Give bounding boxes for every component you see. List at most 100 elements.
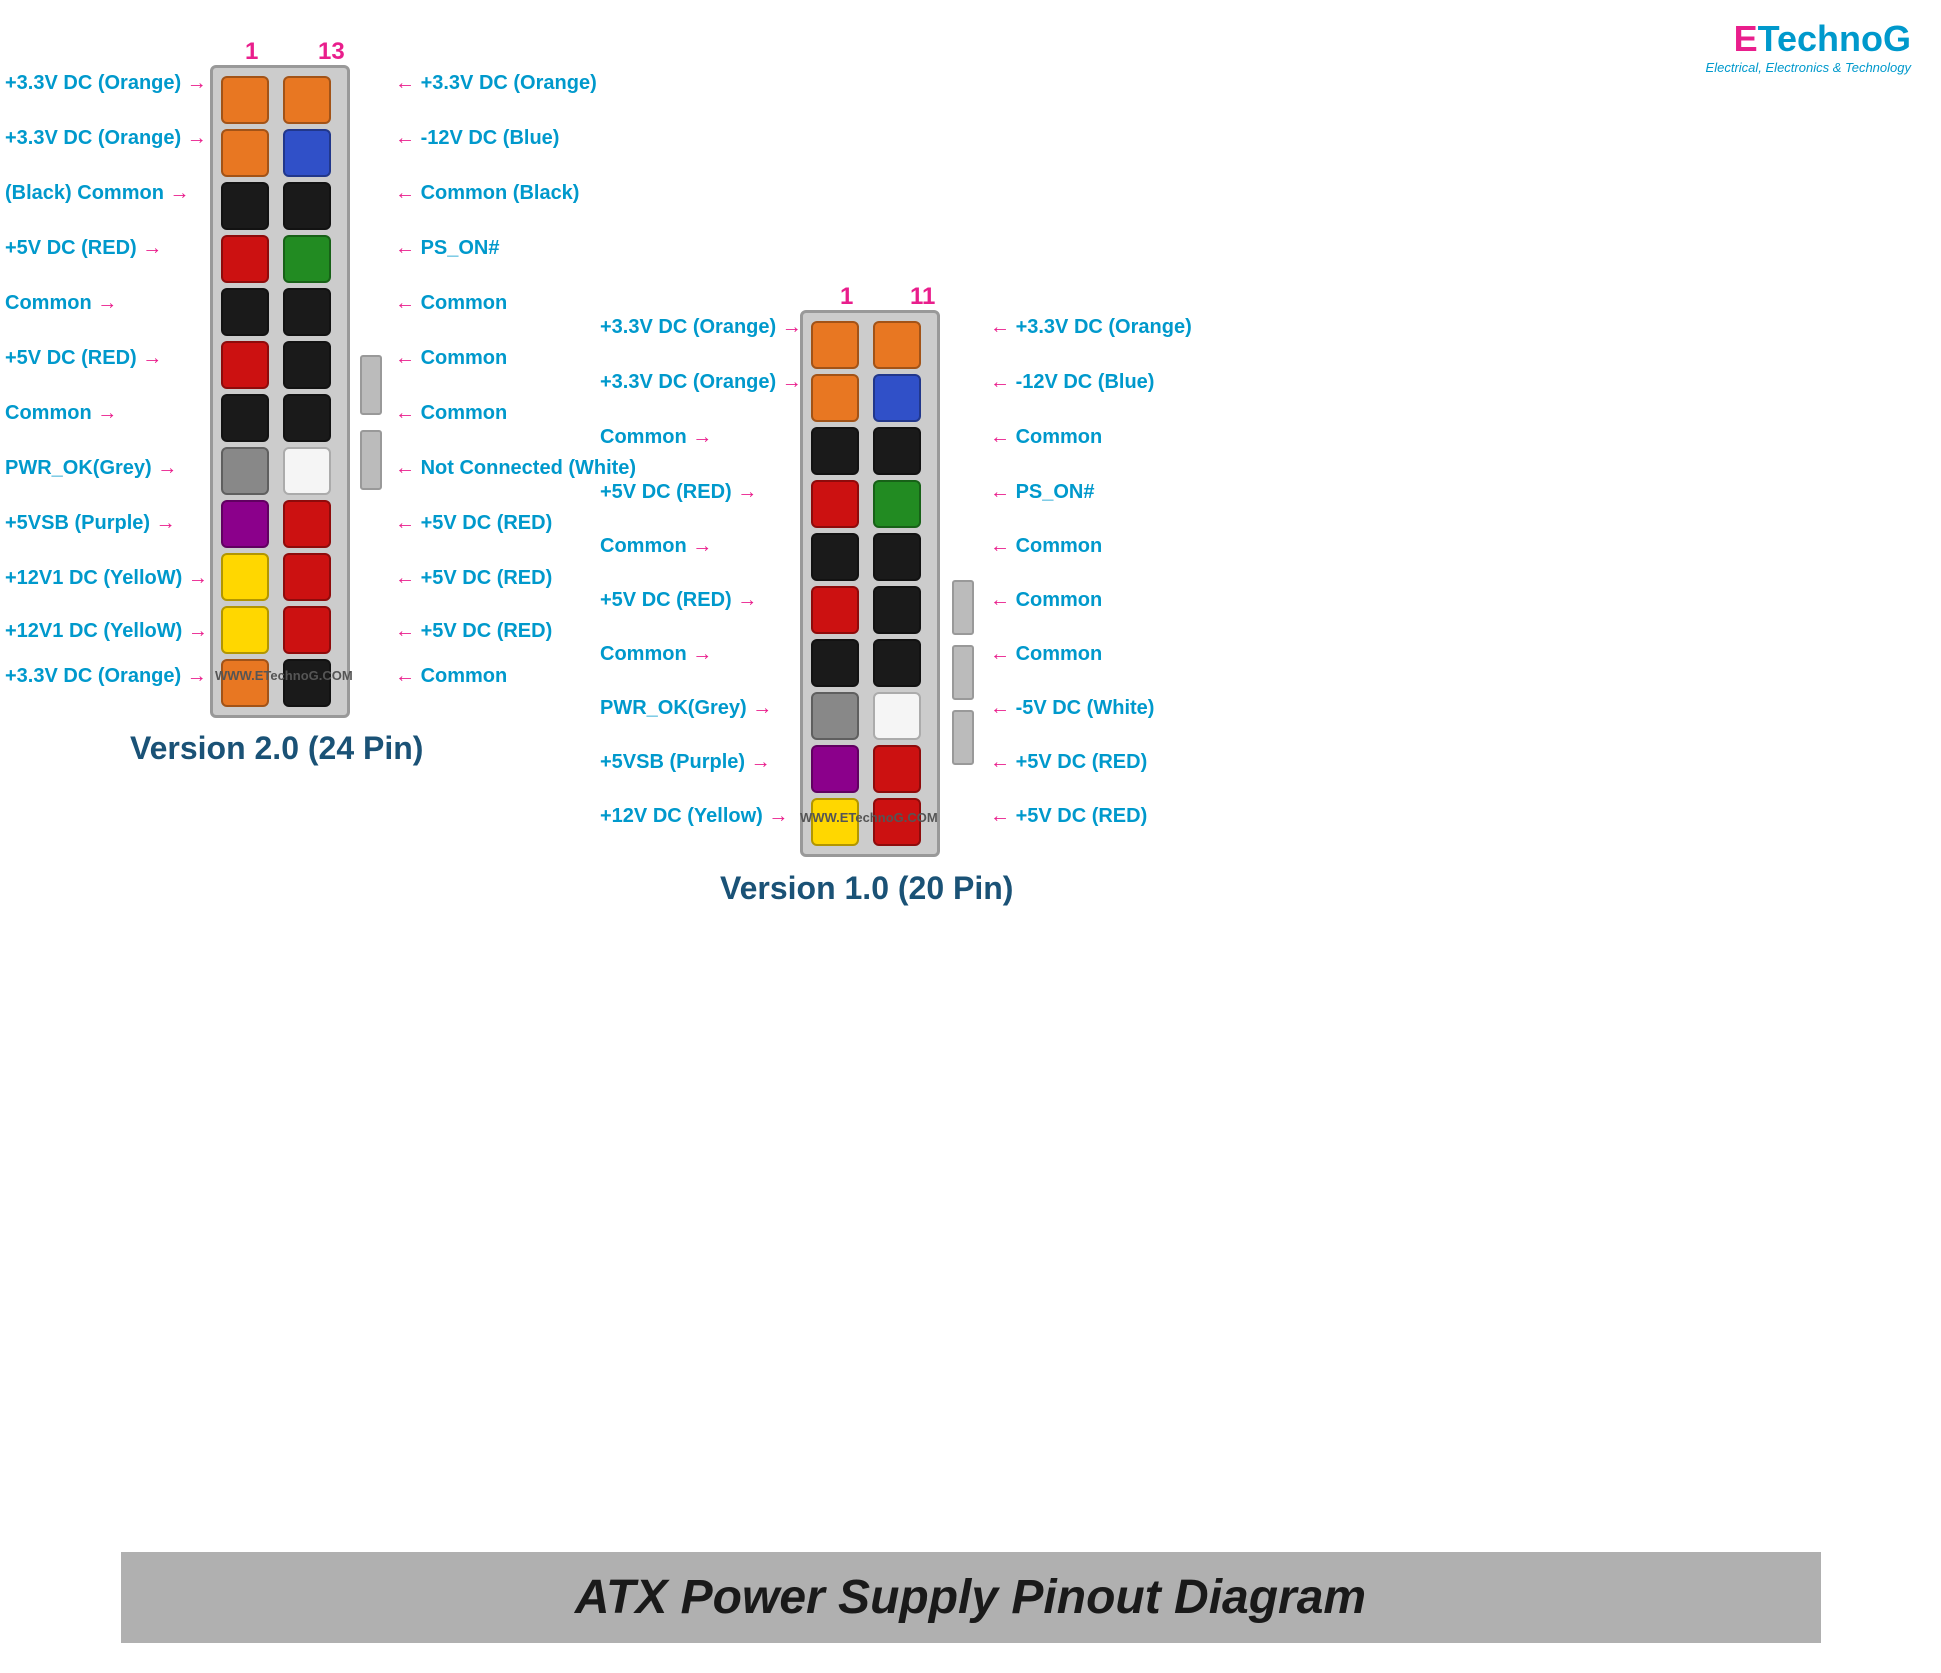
pin-22 [283,553,331,601]
pin20-19 [873,745,921,793]
connector-20-latch [952,580,974,635]
pin-num-1-24: 1 [245,38,258,66]
label-24-l2: +3.3V DC (Orange) [5,127,207,150]
pin20-15 [873,533,921,581]
pin-8 [221,447,269,495]
label-24-l7: Common [5,402,117,425]
connector-20pin [800,310,940,857]
label-20-r8: -5V DC (White) [990,697,1154,720]
label-20-l1: +3.3V DC (Orange) [600,316,802,339]
pin20-14 [873,480,921,528]
pin-11 [221,606,269,654]
pin-13 [283,76,331,124]
label-24-r11: +5V DC (RED) [395,620,552,643]
pin-17 [283,288,331,336]
label-20-r5: Common [990,535,1102,558]
label-20-l2: +3.3V DC (Orange) [600,371,802,394]
label-24-l3: (Black) Common [5,182,189,205]
logo-e: E [1734,18,1758,59]
label-24-l5: Common [5,292,117,315]
logo-sub: Electrical, Electronics & Technology [1706,60,1911,75]
label-24-r1: +3.3V DC (Orange) [395,72,597,95]
label-20-l9: +5VSB (Purple) [600,751,771,774]
label-20-l10: +12V DC (Yellow) [600,805,788,828]
label-20-l7: Common [600,643,712,666]
label-20-l4: +5V DC (RED) [600,481,757,504]
pin20-2 [811,374,859,422]
label-24-r2: -12V DC (Blue) [395,127,559,150]
pin-10 [221,553,269,601]
pin-12 [221,659,269,707]
pin-20 [283,447,331,495]
pin20-7 [811,639,859,687]
label-24-r4: PS_ON# [395,237,500,260]
pin-18 [283,341,331,389]
version-20-label: Version 1.0 (20 Pin) [720,870,1013,907]
label-24-r6: Common [395,347,507,370]
pin20-18 [873,692,921,740]
label-20-r2: -12V DC (Blue) [990,371,1154,394]
pin-14 [283,129,331,177]
pin20-8 [811,692,859,740]
pin-num-11-20: 11 [910,283,935,311]
label-20-l6: +5V DC (RED) [600,589,757,612]
connector-24-latch2 [360,430,382,490]
label-20-r3: Common [990,426,1102,449]
label-20-r10: +5V DC (RED) [990,805,1147,828]
title-bar: ATX Power Supply Pinout Diagram [121,1552,1821,1643]
label-20-l5: Common [600,535,712,558]
pin-9 [221,500,269,548]
label-24-l4: +5V DC (RED) [5,237,162,260]
pin20-17 [873,639,921,687]
watermark-24: WWW.ETechnoG.COM [215,668,353,683]
label-24-r9: +5V DC (RED) [395,512,552,535]
label-20-l8: PWR_OK(Grey) [600,697,772,720]
pin20-13 [873,427,921,475]
pin-6 [221,341,269,389]
pin-21 [283,500,331,548]
pin20-5 [811,533,859,581]
label-24-l1: +3.3V DC (Orange) [5,72,207,95]
pin-5 [221,288,269,336]
pin-3 [221,182,269,230]
label-20-r1: +3.3V DC (Orange) [990,316,1192,339]
label-24-l11: +12V1 DC (YelloW) [5,620,208,643]
connector-24pin [210,65,350,718]
label-24-r10: +5V DC (RED) [395,567,552,590]
logo: ETechnoG Electrical, Electronics & Techn… [1706,18,1911,75]
label-24-l9: +5VSB (Purple) [5,512,176,535]
pin-4 [221,235,269,283]
diagram-title: ATX Power Supply Pinout Diagram [575,1571,1366,1624]
pin20-9 [811,745,859,793]
label-24-r12: Common [395,665,507,688]
version-24-label: Version 2.0 (24 Pin) [130,730,423,767]
label-20-r4: PS_ON# [990,481,1095,504]
label-20-r9: +5V DC (RED) [990,751,1147,774]
label-24-r5: Common [395,292,507,315]
label-24-l12: +3.3V DC (Orange) [5,665,207,688]
pin20-12 [873,374,921,422]
pin20-3 [811,427,859,475]
pin-1 [221,76,269,124]
pin-num-13-24: 13 [318,38,345,66]
pin-24 [283,659,331,707]
label-20-r6: Common [990,589,1102,612]
label-24-r8: Not Connected (White) [395,457,636,480]
pin-15 [283,182,331,230]
connector-20-latch2 [952,645,974,700]
label-20-r7: Common [990,643,1102,666]
pin20-11 [873,321,921,369]
pin-16 [283,235,331,283]
pin-19 [283,394,331,442]
label-24-l6: +5V DC (RED) [5,347,162,370]
pin-23 [283,606,331,654]
connector-20-latch3 [952,710,974,765]
logo-technog: TechnoG [1758,18,1911,59]
label-24-l8: PWR_OK(Grey) [5,457,177,480]
connector-24-latch [360,355,382,415]
label-24-r7: Common [395,402,507,425]
pin20-4 [811,480,859,528]
pin20-1 [811,321,859,369]
pin-7 [221,394,269,442]
label-24-r3: Common (Black) [395,182,579,205]
